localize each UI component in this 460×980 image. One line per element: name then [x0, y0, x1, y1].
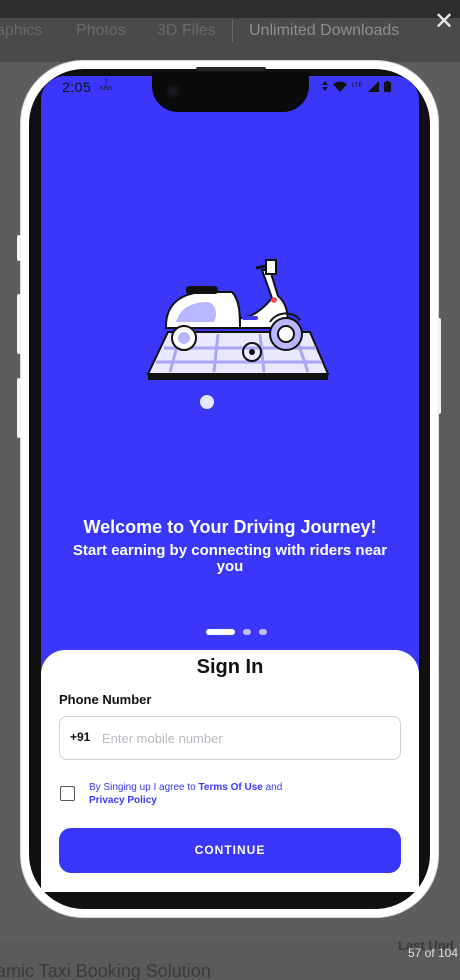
continue-button[interactable]: CONTINUE: [59, 828, 401, 873]
pager-dot-2[interactable]: [243, 629, 251, 635]
terms-agreement-text: By Singing up I agree to Terms Of Use an…: [89, 781, 339, 807]
bg-nav-divider: [232, 20, 233, 42]
bg-nav-item-unlimited-downloads[interactable]: Unlimited Downloads: [249, 22, 399, 40]
onboarding-subtitle: Start earning by connecting with riders …: [72, 542, 388, 575]
image-counter: 57 of 104: [407, 946, 458, 960]
onboarding-pager: [206, 629, 267, 635]
pager-dot-1[interactable]: [206, 629, 235, 635]
bg-nav-item-graphics[interactable]: aphics: [0, 22, 42, 40]
status-time: 2:05: [62, 79, 92, 95]
bg-page-title: amic Taxi Booking Solution: [0, 961, 211, 980]
phone-power-button: [437, 318, 441, 414]
country-code-selector[interactable]: +91: [70, 730, 90, 744]
terms-checkbox[interactable]: [60, 786, 75, 801]
phone-number-label: Phone Number: [59, 692, 152, 707]
scooter-map-illustration: [146, 259, 330, 380]
background-top-strip: [0, 0, 460, 18]
sign-in-title: Sign In: [196, 656, 264, 678]
close-icon[interactable]: ✕: [432, 10, 456, 34]
loading-spinner-icon: [200, 395, 214, 409]
onboarding-title: Welcome to Your Driving Journey!: [83, 517, 377, 537]
phone-number-input-box: +91: [59, 716, 401, 760]
status-network-speed: 7 KB/s: [100, 80, 113, 92]
bg-nav-item-photos[interactable]: Photos: [76, 22, 126, 40]
privacy-policy-link[interactable]: Privacy Policy: [89, 795, 157, 806]
bg-nav-item-3d-files[interactable]: 3D Files: [157, 22, 216, 40]
mobile-number-input[interactable]: [102, 725, 392, 751]
signal-icon: [367, 80, 379, 92]
pager-dot-3[interactable]: [259, 629, 267, 635]
phone-volume-up-button: [17, 294, 21, 354]
status-icons: LTE: [322, 80, 391, 92]
terms-middle: and: [262, 782, 283, 793]
status-network-type: LTE: [352, 83, 363, 89]
front-camera: [166, 84, 180, 98]
battery-icon: [383, 80, 391, 92]
phone-volume-down-button: [17, 378, 21, 438]
phone-speaker: [196, 67, 266, 71]
terms-of-use-link[interactable]: Terms Of Use: [199, 782, 263, 793]
wifi-icon: [333, 81, 347, 92]
status-speed-unit: KB/s: [100, 86, 113, 92]
data-arrows-icon: [322, 81, 328, 91]
terms-prefix: By Singing up I agree to: [89, 782, 199, 793]
phone-mute-button: [17, 235, 21, 261]
